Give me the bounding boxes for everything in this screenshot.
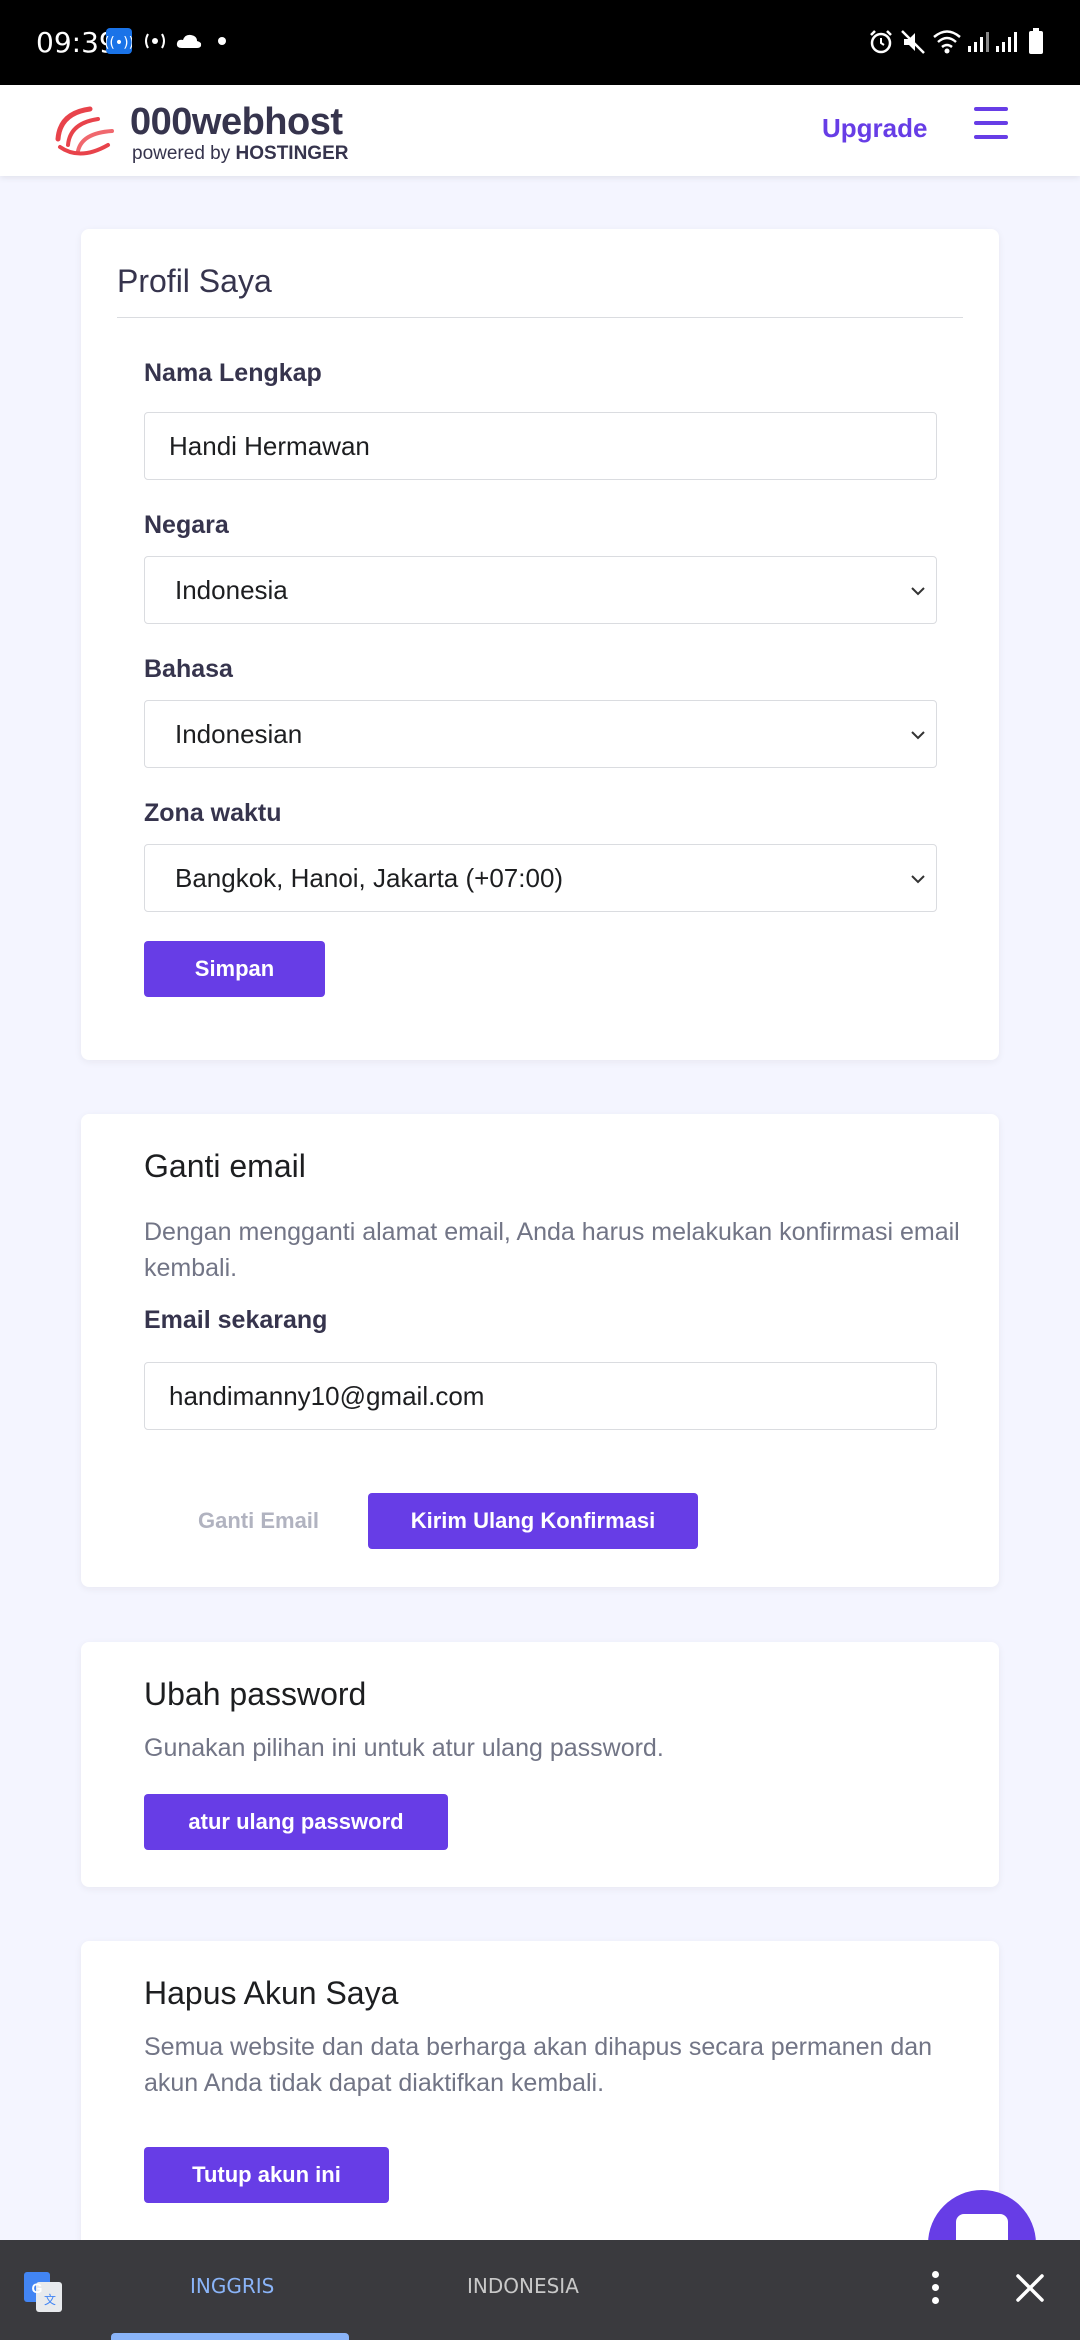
powered-by: powered by HOSTINGER xyxy=(132,143,349,164)
change-email-button[interactable]: Ganti Email xyxy=(198,1508,319,1534)
svg-text:文: 文 xyxy=(44,2292,56,2307)
logo[interactable]: 000webhost powered by HOSTINGER xyxy=(50,99,350,164)
svg-text:G: G xyxy=(32,2280,43,2296)
active-tab-indicator xyxy=(111,2333,349,2340)
svg-text:((•)): ((•)) xyxy=(106,35,132,51)
tab-target-language[interactable]: INDONESIA xyxy=(467,2274,579,2298)
close-icon[interactable] xyxy=(1014,2272,1046,2304)
country-select[interactable]: Indonesia xyxy=(144,556,937,624)
battery-icon xyxy=(1029,28,1043,54)
app-notification-icon: ((•)) xyxy=(106,28,132,54)
more-options-icon[interactable] xyxy=(932,2271,942,2309)
profile-title: Profil Saya xyxy=(117,263,272,299)
change-password-title: Ubah password xyxy=(144,1676,367,1712)
change-password-card: Ubah password Gunakan pilihan ini untuk … xyxy=(81,1642,999,1887)
divider xyxy=(117,317,963,318)
full-name-label: Nama Lengkap xyxy=(144,359,322,387)
dot-icon xyxy=(218,37,226,45)
logo-swirl-icon xyxy=(55,106,114,156)
delete-account-description: Semua website dan data berharga akan dih… xyxy=(144,2033,933,2097)
clock: 09:39 xyxy=(36,26,117,59)
signal-icon-2 xyxy=(996,32,1017,52)
timezone-select[interactable]: Bangkok, Hanoi, Jakarta (+07:00) xyxy=(144,844,937,912)
google-translate-icon[interactable]: G 文 xyxy=(24,2272,64,2312)
cloud-icon xyxy=(176,34,202,48)
upgrade-link[interactable]: Upgrade xyxy=(822,113,927,144)
language-select[interactable]: Indonesian xyxy=(144,700,937,768)
change-email-card: Ganti email Dengan mengganti alamat emai… xyxy=(81,1114,999,1587)
current-email-input[interactable]: handimanny10@gmail.com xyxy=(144,1362,937,1430)
mute-icon xyxy=(901,30,925,54)
tab-source-language[interactable]: INGGRIS xyxy=(190,2274,274,2298)
alarm-icon xyxy=(870,30,892,54)
chevron-down-icon xyxy=(911,731,925,740)
chevron-down-icon xyxy=(911,587,925,596)
resend-confirmation-button[interactable]: Kirim Ulang Konfirmasi xyxy=(368,1493,698,1549)
hotspot-icon xyxy=(145,33,165,49)
status-bar: 09:39 ((•)) xyxy=(0,0,1080,85)
save-button[interactable]: Simpan xyxy=(144,941,325,997)
current-email-label: Email sekarang xyxy=(144,1306,328,1334)
change-password-description: Gunakan pilihan ini untuk atur ulang pas… xyxy=(144,1734,664,1762)
chevron-down-icon xyxy=(911,875,925,884)
full-name-input[interactable]: Handi Hermawan xyxy=(144,412,937,480)
country-label: Negara xyxy=(144,511,229,539)
app-header: 000webhost powered by HOSTINGER Upgrade xyxy=(0,85,1080,176)
menu-icon[interactable] xyxy=(974,107,1008,139)
delete-account-title: Hapus Akun Saya xyxy=(144,1975,399,2011)
signal-icon-1 xyxy=(968,32,989,52)
reset-password-button[interactable]: atur ulang password xyxy=(144,1794,448,1850)
profile-card: Profil Saya Nama Lengkap Handi Hermawan … xyxy=(81,229,999,1060)
timezone-label: Zona waktu xyxy=(144,799,282,827)
language-label: Bahasa xyxy=(144,655,233,683)
wifi-icon xyxy=(933,30,961,54)
brand-name: 000webhost xyxy=(130,101,343,143)
change-email-title: Ganti email xyxy=(144,1148,306,1184)
close-account-button[interactable]: Tutup akun ini xyxy=(144,2147,389,2203)
translate-bar: G 文 INGGRIS INDONESIA xyxy=(0,2240,1080,2340)
change-email-description: Dengan mengganti alamat email, Anda haru… xyxy=(144,1218,960,1282)
